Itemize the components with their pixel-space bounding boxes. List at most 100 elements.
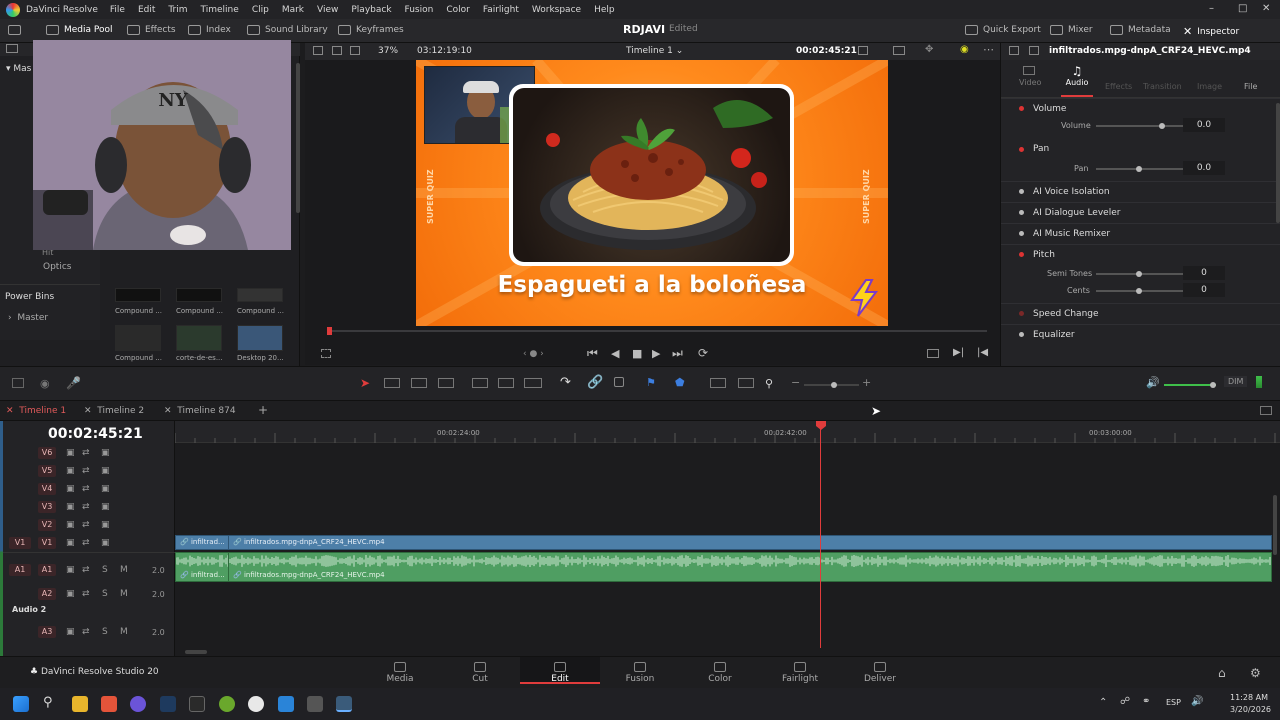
clip-thumbnail[interactable]: [176, 325, 222, 351]
v1-lock-icon[interactable]: ▣: [66, 538, 75, 548]
lock-icon[interactable]: ▣: [66, 627, 75, 637]
play-icon[interactable]: ▶: [652, 347, 660, 360]
lock-icon[interactable]: ▣: [66, 484, 75, 494]
mute-button[interactable]: M: [120, 565, 128, 575]
menu-mark[interactable]: Mark: [282, 5, 304, 15]
file-explorer-icon[interactable]: [72, 696, 88, 712]
audio-icon[interactable]: ◉: [40, 377, 50, 390]
steam-icon[interactable]: [160, 696, 176, 712]
inspector-button[interactable]: ✕ Inspector: [1183, 25, 1239, 38]
dynamic-trim-icon[interactable]: [411, 378, 427, 388]
mic-tray-icon[interactable]: ⚭: [1142, 696, 1150, 707]
capcut-icon[interactable]: [307, 696, 323, 712]
menu-help[interactable]: Help: [594, 5, 615, 15]
viewer-mode-icon[interactable]: [332, 46, 342, 55]
onscreen-controls-icon[interactable]: [321, 349, 331, 358]
full-zoom-icon[interactable]: [710, 378, 726, 388]
snapping-icon[interactable]: ↷: [560, 375, 571, 390]
volume-section[interactable]: Volume: [1001, 98, 1280, 118]
autoselect-icon[interactable]: ⇄: [82, 502, 90, 512]
ai-dialogue-leveler-section[interactable]: AI Dialogue Leveler: [1001, 202, 1280, 222]
master-bin-label[interactable]: ▾ Mas: [6, 64, 31, 74]
volume-enable-icon[interactable]: [1019, 106, 1024, 111]
audio-track-label[interactable]: A3: [38, 626, 56, 638]
pan-value[interactable]: 0.0: [1183, 161, 1225, 175]
discord-icon[interactable]: [130, 696, 146, 712]
next-edit-icon[interactable]: ▶|: [953, 347, 964, 358]
crop-icon[interactable]: ✥: [925, 44, 933, 55]
search-icon[interactable]: ⚲: [43, 695, 53, 710]
pan-enable-icon[interactable]: [1019, 146, 1024, 152]
clip-thumbnail[interactable]: [237, 325, 283, 351]
volume-value[interactable]: 0.0: [1183, 118, 1225, 132]
tab-transition[interactable]: Transition: [1143, 82, 1182, 91]
marker-icon[interactable]: ⬟: [675, 376, 685, 389]
clock-date[interactable]: 3/20/2026: [1230, 705, 1271, 714]
visibility-icon[interactable]: ▣: [101, 466, 110, 476]
menu-color[interactable]: Color: [446, 5, 470, 15]
add-timeline-icon[interactable]: +: [258, 403, 268, 417]
autoselect-icon[interactable]: ⇄: [82, 520, 90, 530]
bin-optics[interactable]: Optics: [43, 262, 71, 272]
pan-slider[interactable]: [1096, 166, 1196, 172]
home-icon[interactable]: ⌂: [1218, 666, 1226, 680]
chrome-icon[interactable]: [248, 696, 264, 712]
panel-toggle-icon[interactable]: [8, 25, 21, 35]
windows-start-icon[interactable]: [13, 696, 29, 712]
media-pool-button[interactable]: Media Pool: [46, 25, 113, 35]
solo-button[interactable]: S: [102, 565, 108, 575]
visibility-icon[interactable]: ▣: [101, 484, 110, 494]
audio-clip[interactable]: 🔗 infiltrad... 🔗 infiltrados.mpg-dnpA_CR…: [175, 552, 1272, 582]
v1-label[interactable]: V1: [38, 537, 56, 549]
timeline-ruler[interactable]: 00:02:24:00 00:02:42:00 00:03:00:00: [175, 421, 1280, 443]
mute-button[interactable]: M: [120, 589, 128, 599]
pitch-enable-icon[interactable]: [1019, 252, 1024, 257]
lock-icon[interactable]: ▣: [66, 565, 75, 575]
custom-zoom-icon[interactable]: ⚲: [765, 377, 773, 390]
zoom-level[interactable]: 37%: [378, 46, 398, 56]
overwrite-clip-icon[interactable]: [498, 378, 514, 388]
v1-source-patch[interactable]: V1: [9, 537, 31, 549]
speaker-icon[interactable]: 🔊: [1146, 376, 1160, 389]
list-view-icon[interactable]: [6, 44, 18, 53]
detail-zoom-icon[interactable]: [738, 378, 754, 388]
monitor-icon[interactable]: [893, 46, 905, 55]
mute-button[interactable]: M: [120, 627, 128, 637]
index-button[interactable]: Index: [188, 25, 231, 35]
video-clip[interactable]: 🔗 infiltrad... 🔗 infiltrados.mpg-dnpA_CR…: [175, 535, 1272, 550]
video-track-label[interactable]: V6: [38, 447, 56, 459]
epic-games-icon[interactable]: [189, 696, 205, 712]
sound-library-button[interactable]: Sound Library: [247, 25, 328, 35]
nav-prev-next-icon[interactable]: ‹ ● ›: [523, 349, 544, 359]
autoselect-icon[interactable]: ⇄: [82, 627, 90, 637]
prev-edit-icon[interactable]: |◀: [977, 347, 988, 358]
insert-clip-icon[interactable]: [472, 378, 488, 388]
linked-selection-icon[interactable]: 🔗: [587, 375, 603, 390]
zoom-slider-knob[interactable]: [831, 382, 837, 388]
autoselect-icon[interactable]: ⇄: [82, 448, 90, 458]
menu-file[interactable]: File: [110, 5, 125, 15]
v1-autoselect-icon[interactable]: ⇄: [82, 538, 90, 548]
page-fusion[interactable]: Fusion: [600, 662, 680, 684]
replace-clip-icon[interactable]: [524, 378, 542, 388]
equalizer-section[interactable]: Equalizer: [1001, 324, 1280, 344]
solo-button[interactable]: S: [102, 627, 108, 637]
video-track-label[interactable]: V2: [38, 519, 56, 531]
pan-section[interactable]: Pan: [1001, 139, 1280, 159]
metadata-button[interactable]: Metadata: [1110, 25, 1171, 35]
timeline-selector[interactable]: Timeline 1 ⌄: [626, 46, 683, 56]
mixer-button[interactable]: Mixer: [1050, 25, 1093, 35]
timeline-scrollbar[interactable]: [185, 650, 207, 654]
autoselect-icon[interactable]: ⇄: [82, 589, 90, 599]
scrub-playhead[interactable]: [327, 327, 332, 335]
timeline-view-icon[interactable]: [1260, 406, 1272, 415]
zoom-slider[interactable]: [804, 382, 859, 388]
page-color[interactable]: Color: [680, 662, 760, 684]
ai-dialogue-enable-icon[interactable]: [1019, 210, 1024, 215]
ai-music-enable-icon[interactable]: [1019, 231, 1024, 236]
ai-music-remixer-section[interactable]: AI Music Remixer: [1001, 223, 1280, 243]
clock-time[interactable]: 11:28 AM: [1230, 693, 1268, 702]
xbox-icon[interactable]: [219, 696, 235, 712]
menu-fusion[interactable]: Fusion: [405, 5, 434, 15]
menu-view[interactable]: View: [317, 5, 338, 15]
